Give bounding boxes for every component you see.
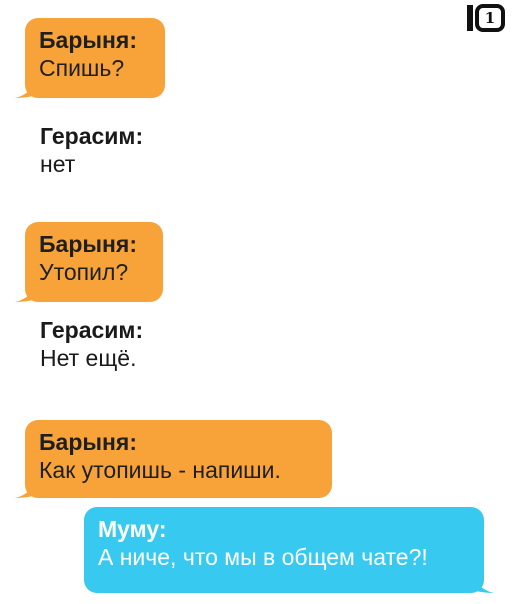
bubble-tail xyxy=(15,76,39,98)
logo-bar xyxy=(467,5,473,31)
logo: 1 xyxy=(467,4,505,32)
message-text: Нет ещё. xyxy=(40,345,137,371)
message-bubble-3: Барыня: Утопил? xyxy=(15,222,163,302)
message-bubble-1: Барыня: Спишь? xyxy=(15,18,165,98)
message-bubble-6: Муму: А ниче, что мы в общем чате?! xyxy=(84,507,494,593)
sender-name: Барыня: xyxy=(39,429,137,455)
square-logo-icon: 1 xyxy=(475,4,505,32)
sender-name: Муму: xyxy=(98,516,167,542)
message-text: Утопил? xyxy=(39,259,129,285)
message-text: нет xyxy=(40,151,76,177)
message-text: Спишь? xyxy=(39,55,125,81)
sender-name: Барыня: xyxy=(39,27,137,53)
sender-name: Барыня: xyxy=(39,231,137,257)
sender-name: Герасим: xyxy=(40,123,144,149)
message-text: Как утопишь - напиши. xyxy=(39,457,281,483)
bubble-tail xyxy=(15,476,39,498)
message-plain-2: Герасим: нет xyxy=(40,122,143,178)
message-bubble-5: Барыня: Как утопишь - напиши. xyxy=(15,420,332,498)
sender-name: Герасим: xyxy=(40,317,144,343)
bubble-tail xyxy=(470,571,494,593)
bubble-tail xyxy=(15,280,39,302)
message-plain-4: Герасим: Нет ещё. xyxy=(40,316,143,372)
message-text: А ниче, что мы в общем чате?! xyxy=(98,544,428,570)
